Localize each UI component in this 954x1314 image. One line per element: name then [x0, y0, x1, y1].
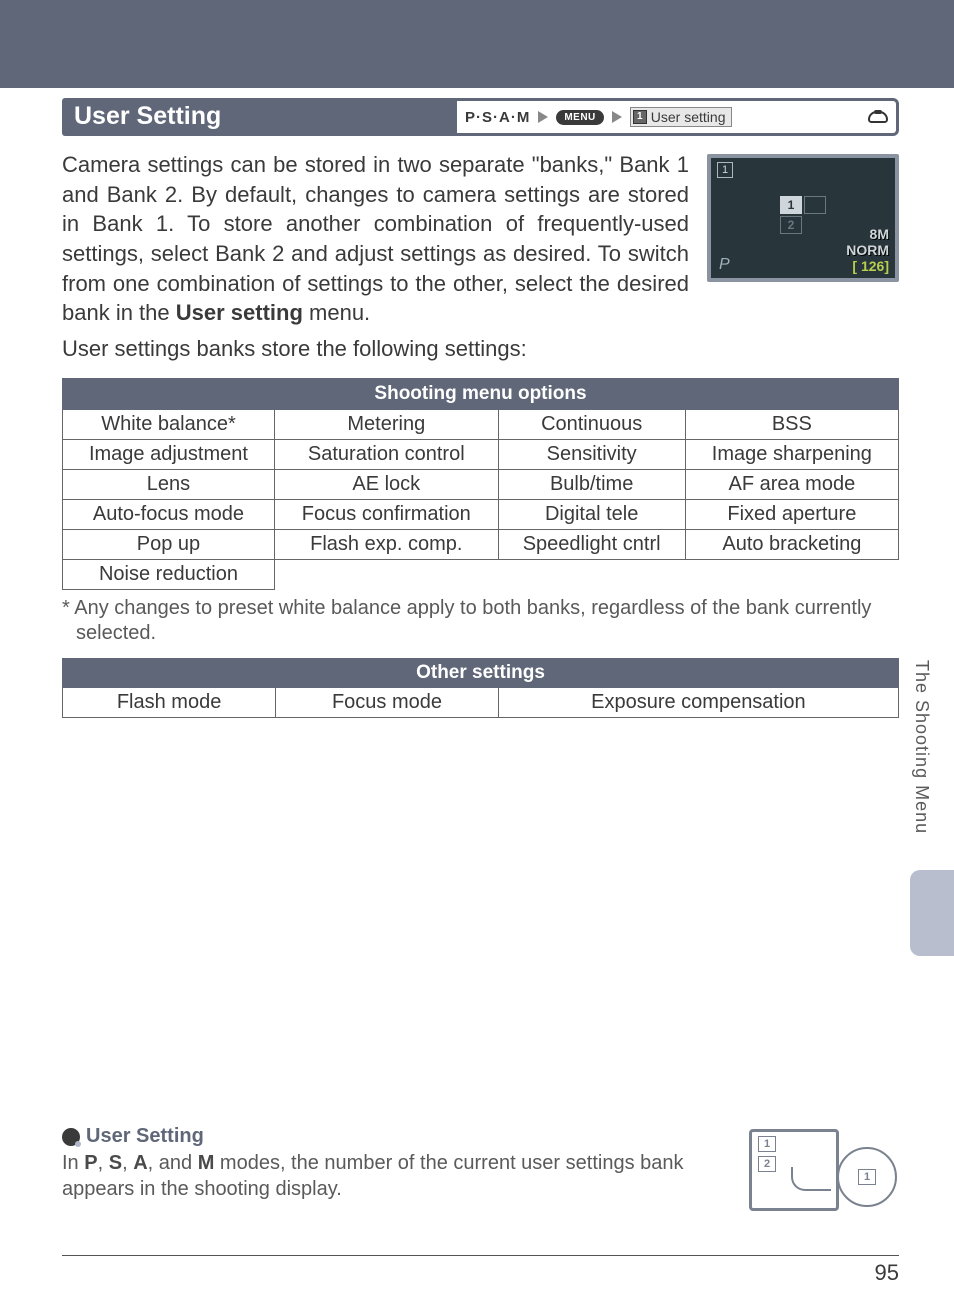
table1-cell: Sensitivity — [498, 439, 685, 469]
breadcrumb-bar: P·S·A·M MENU 1 User setting — [457, 98, 899, 136]
table1-header: Shooting menu options — [63, 378, 899, 409]
top-header-bar — [0, 0, 954, 88]
lcd-blank-icon — [804, 196, 826, 214]
table1-cell: Saturation control — [274, 439, 498, 469]
tip-title: User Setting — [62, 1125, 733, 1148]
lcd-bank-2: 2 — [780, 216, 802, 234]
table2-cell: Flash mode — [63, 687, 276, 717]
menu-button-icon: MENU — [556, 110, 603, 125]
table1-cell: Focus confirmation — [274, 499, 498, 529]
dial-icon — [868, 111, 888, 123]
page-number: 95 — [875, 1260, 899, 1286]
tip-body: In P, S, A, and M modes, the number of t… — [62, 1150, 733, 1202]
table1-cell: Image adjustment — [63, 439, 275, 469]
intro-paragraph: Camera settings can be stored in two sep… — [62, 150, 689, 328]
ill-arrow — [791, 1167, 831, 1191]
table1-cell: Lens — [63, 469, 275, 499]
table1-cell: AE lock — [274, 469, 498, 499]
lcd-right-stack: 8M NORM [ 126] — [846, 226, 889, 274]
table1-cell: Flash exp. comp. — [274, 529, 498, 559]
table1-cell: Auto-focus mode — [63, 499, 275, 529]
table1-cell: Bulb/time — [498, 469, 685, 499]
table1-cell: Digital tele — [498, 499, 685, 529]
shooting-menu-options-table: Shooting menu options White balance* Met… — [62, 378, 899, 590]
table2-cell: Focus mode — [276, 687, 499, 717]
lcd-preview: 1 1 2 P 8M NORM [ 126] — [707, 154, 899, 282]
ill-zoom-circle: 1 — [837, 1147, 897, 1207]
table1-cell: Speedlight cntrl — [498, 529, 685, 559]
tip-title-text: User Setting — [86, 1125, 204, 1148]
lcd-mode-p: P — [719, 256, 730, 274]
mode-letters: P·S·A·M — [465, 109, 530, 126]
ill-bank-2: 2 — [758, 1156, 776, 1172]
table1-cell: Pop up — [63, 529, 275, 559]
table1-empty — [274, 559, 498, 589]
tip-illustration: 1 2 1 — [749, 1129, 899, 1219]
table1-cell: Image sharpening — [685, 439, 898, 469]
arrow-right-icon — [612, 111, 622, 123]
section-title: User Setting — [62, 98, 457, 136]
table1-empty — [498, 559, 685, 589]
tip-icon — [62, 1128, 80, 1146]
table1-cell: Auto bracketing — [685, 529, 898, 559]
footnote: * Any changes to preset white balance ap… — [62, 596, 899, 646]
side-tab-block — [910, 870, 954, 956]
side-tab-label: The Shooting Menu — [911, 650, 932, 844]
table2-header: Other settings — [63, 658, 899, 687]
ill-zoom-bank: 1 — [858, 1169, 876, 1185]
lcd-topleft-bank: 1 — [717, 162, 733, 178]
other-settings-table: Other settings Flash mode Focus mode Exp… — [62, 658, 899, 718]
table1-cell: Continuous — [498, 409, 685, 439]
table1-empty — [685, 559, 898, 589]
breadcrumb-label: User setting — [651, 109, 726, 125]
bank-1-icon: 1 — [633, 110, 647, 124]
section-heading-row: User Setting P·S·A·M MENU 1 User setting — [62, 98, 899, 136]
ill-bank-1: 1 — [758, 1136, 776, 1152]
sub-paragraph: User settings banks store the following … — [62, 334, 899, 364]
table1-cell: White balance* — [63, 409, 275, 439]
table1-cell: AF area mode — [685, 469, 898, 499]
lcd-bank-1-selected: 1 — [780, 196, 802, 214]
arrow-right-icon — [538, 111, 548, 123]
table1-cell: Noise reduction — [63, 559, 275, 589]
lcd-count: [ 126] — [846, 258, 889, 274]
page-footer-line — [62, 1255, 899, 1256]
table2-cell: Exposure compensation — [498, 687, 898, 717]
table1-cell: BSS — [685, 409, 898, 439]
table1-cell: Fixed aperture — [685, 499, 898, 529]
table1-cell: Metering — [274, 409, 498, 439]
lcd-norm: NORM — [846, 242, 889, 258]
tip-section: User Setting In P, S, A, and M modes, th… — [62, 1125, 899, 1219]
breadcrumb-user-setting: 1 User setting — [630, 107, 733, 127]
lcd-size: 8M — [846, 226, 889, 242]
